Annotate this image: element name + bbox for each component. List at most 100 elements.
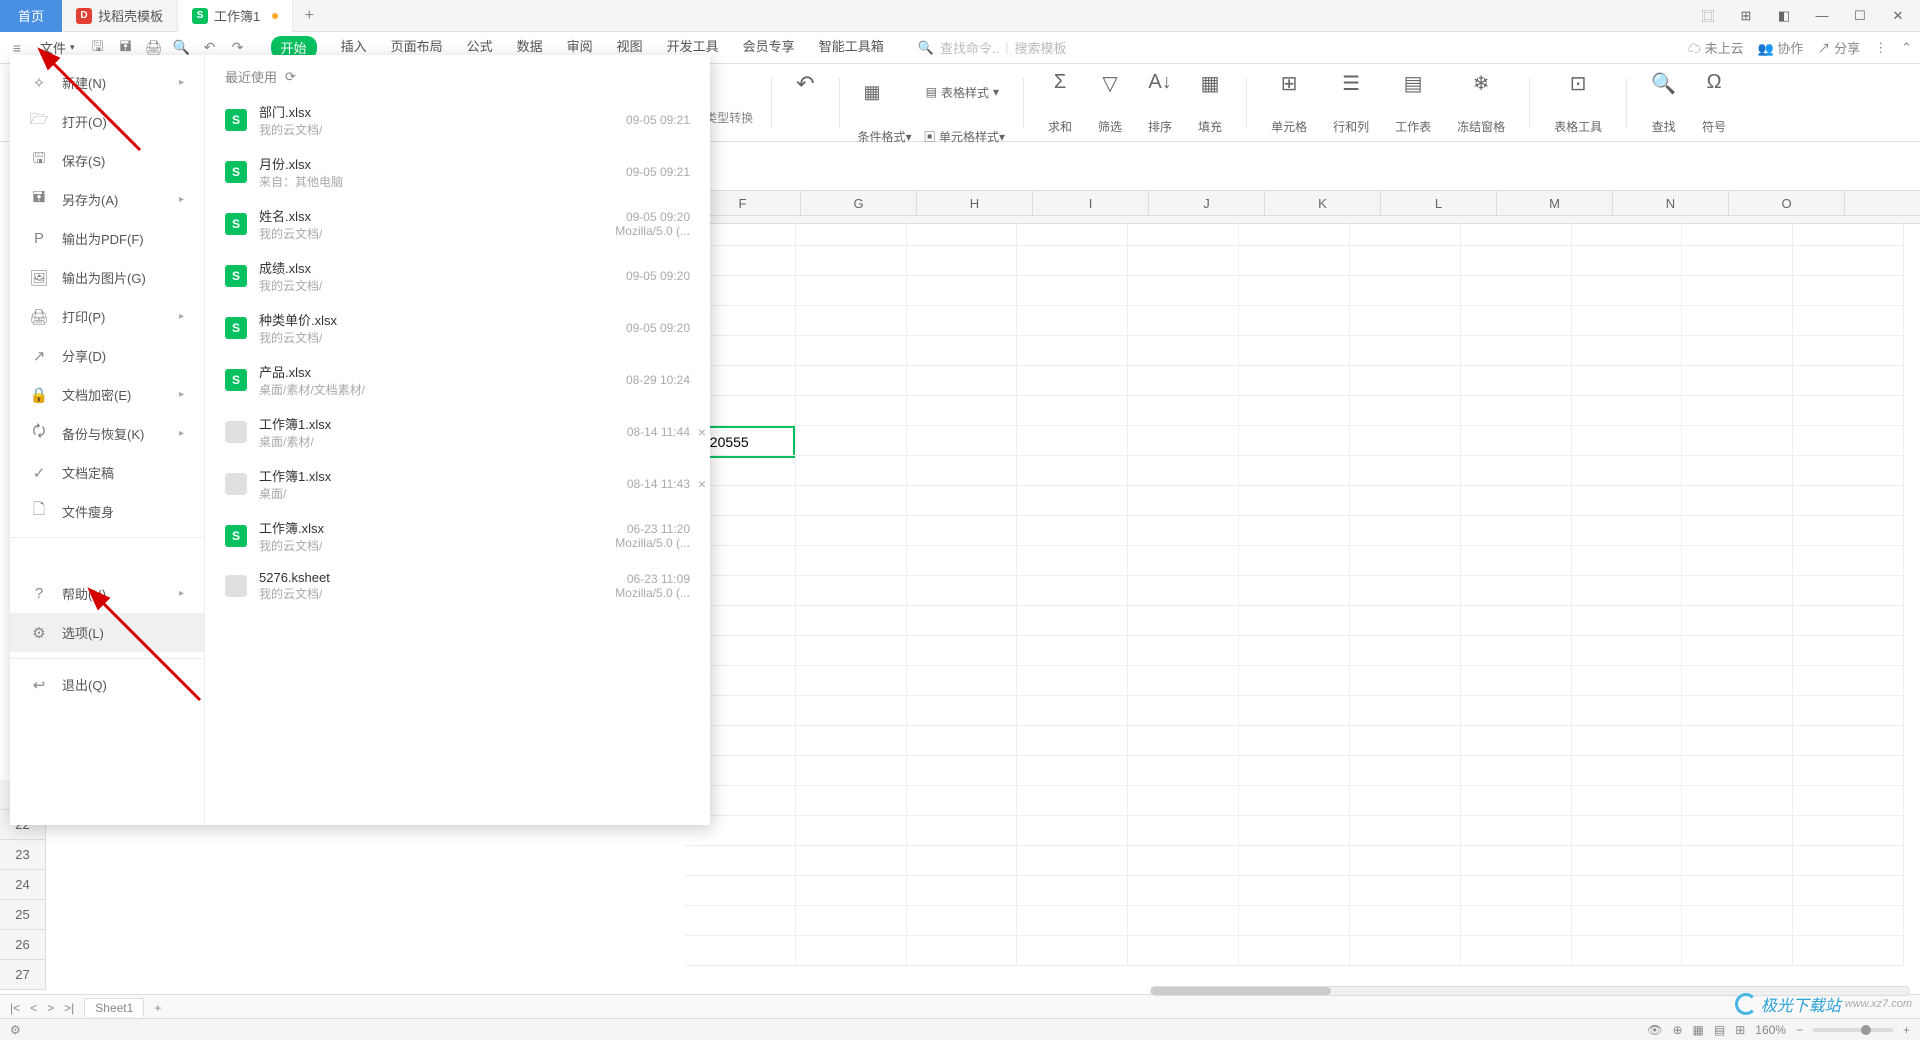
cell[interactable] bbox=[1682, 936, 1793, 966]
cell[interactable] bbox=[1682, 576, 1793, 606]
cell[interactable] bbox=[1572, 246, 1683, 276]
row-header[interactable]: 23 bbox=[0, 840, 46, 870]
cell[interactable] bbox=[1239, 366, 1350, 396]
cell[interactable] bbox=[1793, 426, 1904, 456]
recent-file-item[interactable]: S成绩.xlsx我的云文档/09-05 09:20 bbox=[205, 250, 710, 302]
cell[interactable] bbox=[1239, 516, 1350, 546]
cell[interactable] bbox=[1461, 456, 1572, 486]
cell[interactable] bbox=[1682, 696, 1793, 726]
cell[interactable] bbox=[1461, 576, 1572, 606]
view-page-icon[interactable]: ▤ bbox=[1714, 1023, 1725, 1037]
cell[interactable] bbox=[1350, 336, 1461, 366]
file-menu-item[interactable]: ?帮助(H)▸ bbox=[10, 574, 204, 613]
cell[interactable] bbox=[1128, 516, 1239, 546]
close-button[interactable]: ✕ bbox=[1884, 2, 1912, 30]
cell[interactable] bbox=[1350, 366, 1461, 396]
cell[interactable] bbox=[796, 936, 907, 966]
cell[interactable] bbox=[907, 426, 1018, 456]
last-sheet-icon[interactable]: >| bbox=[64, 1001, 74, 1015]
cell[interactable] bbox=[1239, 786, 1350, 816]
cell[interactable] bbox=[1572, 696, 1683, 726]
cell[interactable] bbox=[907, 606, 1018, 636]
cell[interactable] bbox=[907, 246, 1018, 276]
cell[interactable] bbox=[1572, 606, 1683, 636]
cell[interactable] bbox=[907, 786, 1018, 816]
cell[interactable] bbox=[1239, 816, 1350, 846]
cell[interactable] bbox=[1239, 906, 1350, 936]
cell[interactable] bbox=[685, 906, 796, 936]
cell[interactable] bbox=[796, 336, 907, 366]
cell[interactable] bbox=[685, 936, 796, 966]
col-header[interactable]: K bbox=[1265, 191, 1381, 215]
symbol-button[interactable]: Ω符号 bbox=[1696, 71, 1732, 135]
cell[interactable] bbox=[1350, 216, 1461, 246]
recent-file-item[interactable]: 工作簿1.xlsx桌面/08-14 11:43× bbox=[205, 458, 710, 510]
cell[interactable] bbox=[1239, 396, 1350, 426]
cell[interactable] bbox=[796, 396, 907, 426]
cell[interactable] bbox=[907, 876, 1018, 906]
cell[interactable] bbox=[1017, 336, 1128, 366]
cell[interactable] bbox=[1793, 336, 1904, 366]
cell[interactable] bbox=[1461, 486, 1572, 516]
cell[interactable] bbox=[1128, 426, 1239, 456]
cell[interactable] bbox=[1461, 726, 1572, 756]
cell[interactable] bbox=[796, 546, 907, 576]
cell[interactable] bbox=[1128, 486, 1239, 516]
cell[interactable] bbox=[1682, 306, 1793, 336]
cell[interactable] bbox=[907, 486, 1018, 516]
cell[interactable] bbox=[907, 726, 1018, 756]
cell[interactable] bbox=[685, 876, 796, 906]
cell[interactable] bbox=[907, 336, 1018, 366]
cell[interactable] bbox=[796, 756, 907, 786]
row-header[interactable]: 25 bbox=[0, 900, 46, 930]
cell[interactable] bbox=[1682, 426, 1793, 456]
cell[interactable] bbox=[1461, 816, 1572, 846]
cell[interactable] bbox=[796, 246, 907, 276]
cell[interactable] bbox=[1572, 636, 1683, 666]
cell[interactable] bbox=[1350, 696, 1461, 726]
cell[interactable] bbox=[796, 906, 907, 936]
col-header[interactable]: H bbox=[917, 191, 1033, 215]
cell[interactable] bbox=[1682, 876, 1793, 906]
cell[interactable] bbox=[907, 906, 1018, 936]
cell[interactable] bbox=[1793, 546, 1904, 576]
cell[interactable] bbox=[907, 516, 1018, 546]
view-break-icon[interactable]: ⊞ bbox=[1735, 1023, 1745, 1037]
cell[interactable] bbox=[1239, 846, 1350, 876]
next-sheet-icon[interactable]: > bbox=[47, 1001, 54, 1015]
cell[interactable] bbox=[1793, 936, 1904, 966]
cell[interactable] bbox=[1017, 456, 1128, 486]
cell[interactable] bbox=[796, 276, 907, 306]
cell[interactable] bbox=[1461, 846, 1572, 876]
file-menu-item[interactable]: 🖼输出为图片(G) bbox=[10, 258, 204, 297]
cell[interactable] bbox=[1793, 246, 1904, 276]
reader-mode-icon[interactable]: ⿴ bbox=[1694, 2, 1722, 30]
cell[interactable] bbox=[1239, 576, 1350, 606]
cell[interactable] bbox=[1239, 696, 1350, 726]
file-menu-item[interactable]: 🖫保存(S) bbox=[10, 141, 204, 180]
recent-file-item[interactable]: S工作簿.xlsx我的云文档/06-23 11:20Mozilla/5.0 (.… bbox=[205, 510, 710, 562]
recent-file-item[interactable]: 工作簿1.xlsx桌面/素材/08-14 11:44× bbox=[205, 406, 710, 458]
file-menu-item[interactable]: 🗘备份与恢复(K)▸ bbox=[10, 414, 204, 453]
col-header[interactable]: N bbox=[1613, 191, 1729, 215]
cell[interactable] bbox=[1793, 666, 1904, 696]
cell[interactable] bbox=[907, 546, 1018, 576]
cell[interactable] bbox=[1128, 636, 1239, 666]
col-header[interactable]: I bbox=[1033, 191, 1149, 215]
cell[interactable] bbox=[1017, 246, 1128, 276]
cell[interactable] bbox=[1128, 816, 1239, 846]
file-menu-item[interactable]: ✓文档定稿 bbox=[10, 453, 204, 492]
file-menu-item[interactable]: ↗分享(D) bbox=[10, 336, 204, 375]
cell[interactable] bbox=[1350, 846, 1461, 876]
tab-add-button[interactable]: + bbox=[293, 7, 325, 25]
cell[interactable] bbox=[907, 216, 1018, 246]
cell[interactable] bbox=[1350, 756, 1461, 786]
cell[interactable] bbox=[1572, 216, 1683, 246]
cell[interactable] bbox=[796, 876, 907, 906]
cell[interactable] bbox=[1239, 246, 1350, 276]
cell[interactable] bbox=[1461, 606, 1572, 636]
coop-button[interactable]: 👥 协作 bbox=[1758, 38, 1804, 57]
file-menu-item[interactable]: 🖬另存为(A)▸ bbox=[10, 180, 204, 219]
cell[interactable] bbox=[796, 726, 907, 756]
cell[interactable] bbox=[1682, 336, 1793, 366]
